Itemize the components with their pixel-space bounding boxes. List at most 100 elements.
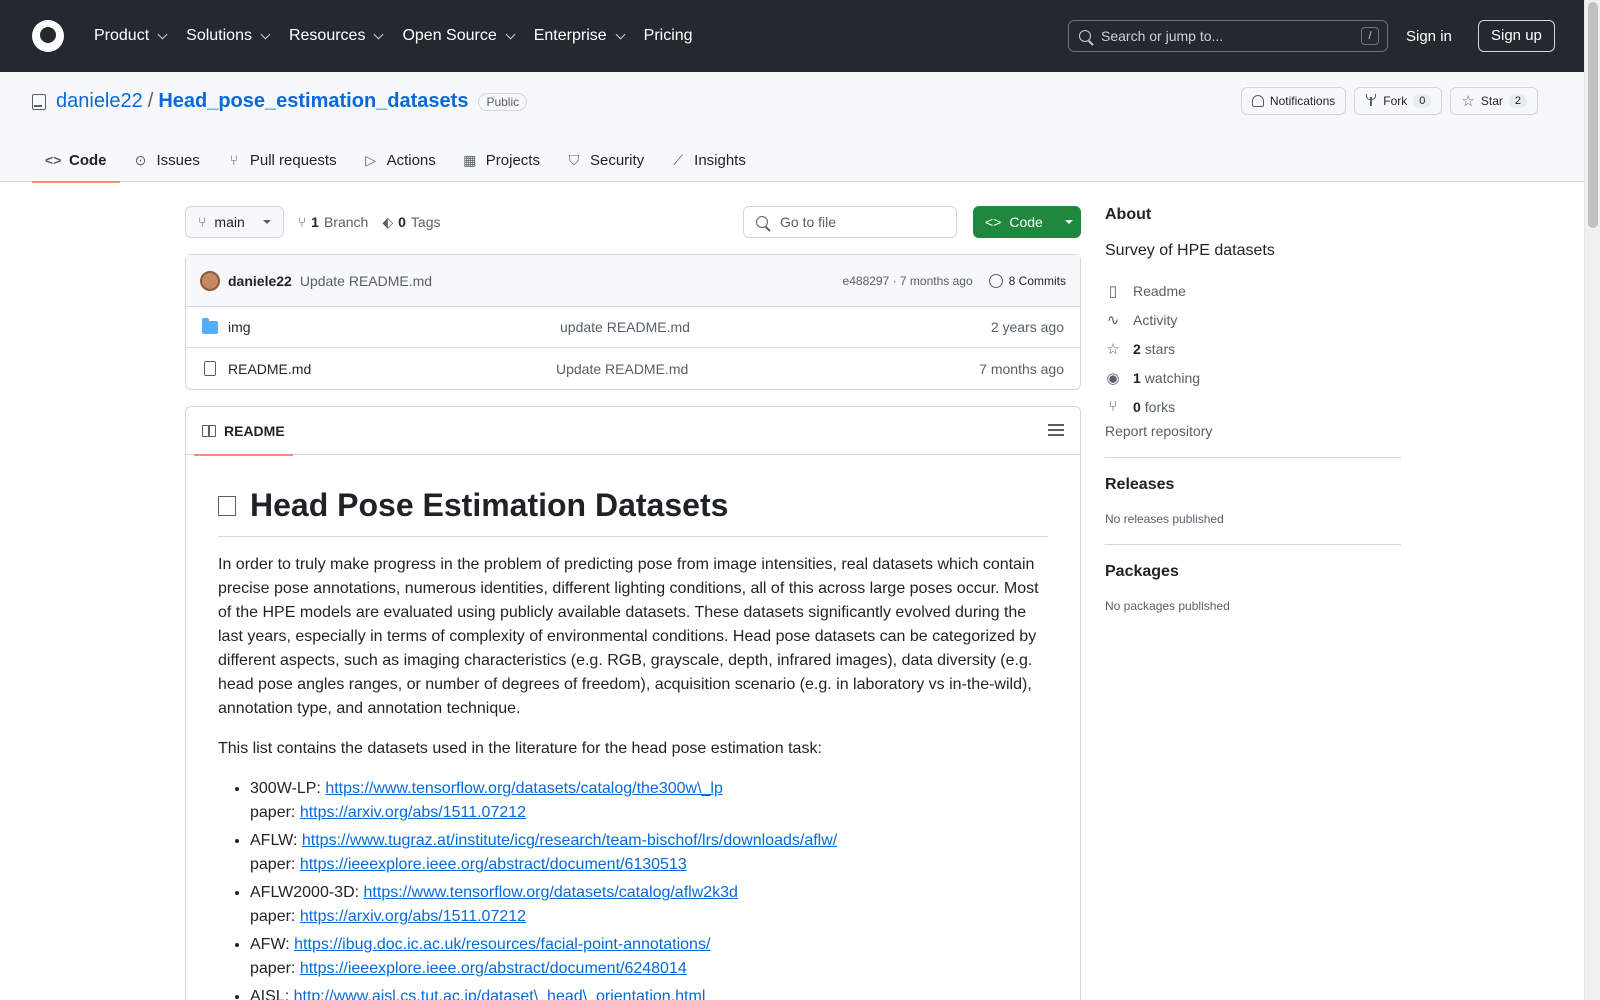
- nav-solutions[interactable]: Solutions: [178, 21, 279, 51]
- search-icon: [1079, 30, 1091, 42]
- sidebar-item-watching[interactable]: ◉ 1 watching: [1105, 363, 1401, 392]
- sidebar-item-activity[interactable]: ∿ Activity: [1105, 305, 1401, 334]
- tab-actions[interactable]: ▷ Actions: [350, 138, 449, 182]
- tab-projects[interactable]: ▦ Projects: [449, 138, 553, 182]
- nav-pricing[interactable]: Pricing: [636, 21, 701, 51]
- divider: [1105, 544, 1401, 545]
- file-name-link[interactable]: img: [228, 319, 560, 335]
- dataset-link[interactable]: https://www.tensorflow.org/datasets/cata…: [364, 884, 738, 901]
- file-commit-message[interactable]: Update README.md: [556, 361, 979, 377]
- github-logo-icon[interactable]: [32, 20, 64, 52]
- dataset-link[interactable]: https://ibug.doc.ic.ac.uk/resources/faci…: [294, 936, 710, 953]
- pull-request-icon: ⑂: [229, 152, 239, 168]
- about-description: Survey of HPE datasets: [1105, 242, 1275, 259]
- fork-button[interactable]: Fork 0: [1354, 87, 1443, 115]
- sidebar-item-forks[interactable]: ⑂ 0 forks: [1105, 392, 1401, 421]
- dataset-link[interactable]: http://www.aisl.cs.tut.ac.jp/dataset\_he…: [294, 988, 706, 1000]
- packages-heading[interactable]: Packages: [1105, 563, 1401, 581]
- code-icon: <>: [985, 214, 1002, 230]
- repo-icon: [32, 93, 46, 110]
- file-commit-message[interactable]: update README.md: [560, 319, 991, 335]
- list-item: AFLW2000-3D: https://www.tensorflow.org/…: [250, 881, 1048, 929]
- main-content: ⑂ main ⑂ 1 Branch ⬖ 0 Tags Go to file <>…: [185, 206, 1081, 1000]
- file-date: 2 years ago: [990, 319, 1064, 335]
- repo-title: daniele22 / Head_pose_estimation_dataset…: [32, 90, 528, 113]
- tab-code[interactable]: <> Code: [32, 138, 120, 183]
- list-item: AISL: http://www.aisl.cs.tut.ac.jp/datas…: [250, 985, 1048, 1000]
- table-row[interactable]: img update README.md 2 years ago: [186, 307, 1080, 348]
- repo-actions: Notifications Fork 0 ☆ Star 2: [1240, 87, 1538, 115]
- tab-insights[interactable]: ⟋ Insights: [657, 138, 759, 182]
- go-to-file-input[interactable]: Go to file: [743, 206, 957, 238]
- report-repository-link[interactable]: Report repository: [1105, 423, 1401, 439]
- chevron-down-icon: [374, 29, 384, 39]
- commit-message-link[interactable]: Update README.md: [300, 273, 432, 289]
- tag-icon: ⬖: [382, 213, 394, 230]
- releases-note: No releases published: [1105, 512, 1224, 526]
- sign-in-link[interactable]: Sign in: [1400, 26, 1458, 47]
- branches-link[interactable]: ⑂ 1 Branch: [298, 214, 369, 230]
- sidebar-item-stars[interactable]: ☆ 2 stars: [1105, 334, 1401, 363]
- divider: [1105, 457, 1401, 458]
- global-search-input[interactable]: Search or jump to... /: [1068, 20, 1388, 52]
- shield-icon: ⛉: [568, 151, 580, 168]
- anchor-icon[interactable]: [218, 495, 236, 516]
- search-icon: [756, 216, 768, 228]
- commits-history-link[interactable]: 8 Commits: [988, 273, 1066, 288]
- readme-panel: README Head Pose Estimation Datasets In …: [185, 406, 1081, 1000]
- repo-header: daniele22 / Head_pose_estimation_dataset…: [0, 72, 1584, 183]
- dataset-link[interactable]: https://www.tensorflow.org/datasets/cata…: [325, 780, 723, 797]
- page-scrollbar[interactable]: [1584, 0, 1600, 1000]
- chevron-down-icon: [505, 29, 516, 39]
- book-icon: [202, 424, 216, 437]
- star-count: 2: [1508, 94, 1527, 108]
- tab-issues[interactable]: ⊙ Issues: [120, 138, 213, 182]
- paper-link[interactable]: https://ieeexplore.ieee.org/abstract/doc…: [300, 960, 687, 977]
- sign-up-button[interactable]: Sign up: [1478, 20, 1555, 52]
- list-unordered-icon[interactable]: [1048, 424, 1064, 436]
- caret-down-icon: [262, 220, 271, 224]
- commit-author-link[interactable]: daniele22: [228, 273, 292, 289]
- file-name-link[interactable]: README.md: [228, 361, 556, 377]
- notifications-button[interactable]: Notifications: [1240, 87, 1347, 115]
- paper-link[interactable]: https://ieeexplore.ieee.org/abstract/doc…: [300, 856, 687, 873]
- paper-link[interactable]: https://arxiv.org/abs/1511.07212: [300, 908, 526, 925]
- dataset-list: 300W-LP: https://www.tensorflow.org/data…: [218, 777, 1048, 1000]
- nav-product[interactable]: Product: [86, 21, 176, 51]
- star-icon: ☆: [1461, 92, 1475, 110]
- releases-heading[interactable]: Releases: [1105, 476, 1401, 494]
- readme-tab[interactable]: README: [194, 407, 293, 456]
- file-date: 7 months ago: [979, 360, 1064, 377]
- fork-count: 0: [1413, 94, 1432, 108]
- nav-resources[interactable]: Resources: [281, 21, 392, 51]
- file-toolbar: ⑂ main ⑂ 1 Branch ⬖ 0 Tags Go to file <>…: [185, 206, 1081, 238]
- star-button[interactable]: ☆ Star 2: [1450, 87, 1538, 115]
- dataset-link[interactable]: https://www.tugraz.at/institute/icg/rese…: [302, 832, 837, 849]
- scrollbar-thumb[interactable]: [1588, 2, 1598, 228]
- code-dropdown-button[interactable]: <> Code: [973, 206, 1081, 238]
- latest-commit: daniele22 Update README.md e488297 · 7 m…: [186, 255, 1080, 307]
- graph-icon: ⟋: [673, 151, 684, 168]
- star-icon: ☆: [1106, 340, 1120, 358]
- table-row[interactable]: README.md Update README.md 7 months ago: [186, 348, 1080, 389]
- branch-icon: ⑂: [198, 214, 207, 230]
- avatar[interactable]: [200, 270, 220, 291]
- paper-link[interactable]: https://arxiv.org/abs/1511.07212: [300, 804, 526, 821]
- search-shortcut-key: /: [1361, 27, 1379, 45]
- play-icon: ▷: [365, 151, 376, 168]
- packages-note: No packages published: [1105, 599, 1230, 613]
- branch-select[interactable]: ⑂ main: [185, 206, 284, 238]
- readme-header: README: [186, 407, 1080, 456]
- tab-security[interactable]: ⛉ Security: [553, 138, 657, 182]
- repo-name-link[interactable]: Head_pose_estimation_datasets: [158, 90, 468, 113]
- nav-enterprise[interactable]: Enterprise: [526, 21, 634, 51]
- list-item: AFLW: https://www.tugraz.at/institute/ic…: [250, 829, 1048, 877]
- tags-link[interactable]: ⬖ 0 Tags: [382, 214, 440, 231]
- tab-pull-requests[interactable]: ⑂ Pull requests: [213, 138, 350, 182]
- pulse-icon: ∿: [1106, 311, 1120, 329]
- repo-owner-link[interactable]: daniele22: [56, 90, 143, 113]
- sidebar-item-readme[interactable]: ▯ Readme: [1105, 276, 1401, 305]
- nav-open-source[interactable]: Open Source: [394, 21, 523, 51]
- readme-intro: In order to truly make progress in the p…: [218, 556, 1039, 717]
- fork-icon: [1365, 94, 1377, 108]
